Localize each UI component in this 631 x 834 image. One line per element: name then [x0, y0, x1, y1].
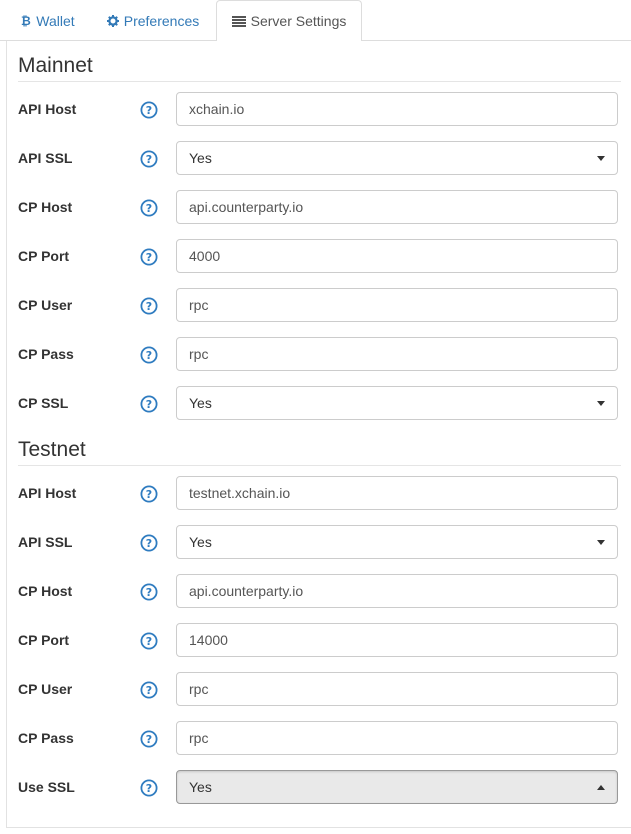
help-icon[interactable]: ?: [140, 346, 158, 364]
tab-wallet[interactable]: ₿ Wallet: [14, 0, 82, 41]
divider: [18, 81, 621, 82]
svg-text:?: ?: [146, 349, 152, 362]
svg-text:?: ?: [146, 733, 152, 746]
select-value: Yes: [189, 150, 212, 166]
mainnet-cp-host-input[interactable]: [176, 190, 618, 224]
help-icon[interactable]: ?: [140, 297, 158, 315]
testnet-cp-pass-input[interactable]: [176, 721, 618, 755]
tab-bar: ₿ Wallet Preferences Server Settings: [0, 0, 631, 42]
tab-wallet-label: Wallet: [36, 12, 75, 29]
divider: [18, 465, 621, 466]
help-icon[interactable]: ?: [140, 248, 158, 266]
field-label: CP Pass: [18, 730, 74, 746]
mainnet-api-host-input[interactable]: [176, 92, 618, 126]
svg-text:?: ?: [146, 202, 152, 215]
help-icon[interactable]: ?: [140, 199, 158, 217]
testnet-api-ssl-select[interactable]: Yes: [176, 525, 618, 559]
caret-up-icon: [597, 784, 605, 790]
svg-text:?: ?: [146, 251, 152, 264]
svg-text:?: ?: [146, 537, 152, 550]
field-label: API Host: [18, 485, 77, 501]
testnet-cp-host-input[interactable]: [176, 574, 618, 608]
field-label: CP Pass: [18, 346, 74, 362]
help-icon[interactable]: ?: [140, 632, 158, 650]
caret-down-icon: [597, 155, 605, 161]
help-icon[interactable]: ?: [140, 730, 158, 748]
svg-text:?: ?: [146, 153, 152, 166]
help-icon[interactable]: ?: [140, 101, 158, 119]
svg-text:₿: ₿: [21, 14, 31, 27]
svg-text:?: ?: [146, 635, 152, 648]
svg-text:?: ?: [146, 586, 152, 599]
field-label: API Host: [18, 101, 77, 117]
server-settings-panel: Mainnet API Host ? API SSL ? Yes CP Host…: [6, 41, 631, 828]
caret-down-icon: [597, 400, 605, 406]
mainnet-cp-port-input[interactable]: [176, 239, 618, 273]
help-icon[interactable]: ?: [140, 485, 158, 503]
select-value: Yes: [189, 779, 212, 795]
testnet-cp-port-input[interactable]: [176, 623, 618, 657]
section-title-mainnet: Mainnet: [18, 54, 93, 77]
svg-text:?: ?: [146, 782, 152, 795]
svg-text:?: ?: [146, 488, 152, 501]
help-icon[interactable]: ?: [140, 779, 158, 797]
tab-preferences[interactable]: Preferences: [98, 0, 208, 41]
help-icon[interactable]: ?: [140, 534, 158, 552]
tab-preferences-label: Preferences: [123, 12, 200, 29]
field-label: API SSL: [18, 150, 73, 166]
svg-text:?: ?: [146, 398, 152, 411]
caret-down-icon: [597, 539, 605, 545]
tab-server-settings-label: Server Settings: [250, 13, 347, 29]
field-label: CP User: [18, 681, 73, 697]
help-icon[interactable]: ?: [140, 681, 158, 699]
tab-server-settings[interactable]: Server Settings: [216, 0, 362, 42]
select-value: Yes: [189, 534, 212, 550]
help-icon[interactable]: ?: [140, 150, 158, 168]
field-label: Use SSL: [18, 779, 75, 795]
field-label: API SSL: [18, 534, 73, 550]
mainnet-cp-pass-input[interactable]: [176, 337, 618, 371]
testnet-cp-user-input[interactable]: [176, 672, 618, 706]
section-title-testnet: Testnet: [18, 438, 86, 461]
field-label: CP User: [18, 297, 73, 313]
field-label: CP Host: [18, 199, 73, 215]
testnet-api-host-input[interactable]: [176, 476, 618, 510]
field-label: CP Port: [18, 632, 70, 648]
testnet-use-ssl-select[interactable]: Yes: [176, 770, 618, 804]
svg-text:?: ?: [146, 104, 152, 117]
mainnet-api-ssl-select[interactable]: Yes: [176, 141, 618, 175]
field-label: CP SSL: [18, 395, 69, 411]
svg-text:?: ?: [146, 684, 152, 697]
svg-text:?: ?: [146, 300, 152, 313]
gear-icon: [106, 14, 119, 27]
help-icon[interactable]: ?: [140, 583, 158, 601]
list-icon: [231, 15, 246, 27]
help-icon[interactable]: ?: [140, 395, 158, 413]
mainnet-cp-ssl-select[interactable]: Yes: [176, 386, 618, 420]
field-label: CP Host: [18, 583, 73, 599]
select-value: Yes: [189, 395, 212, 411]
field-label: CP Port: [18, 248, 70, 264]
bitcoin-icon: ₿: [21, 14, 31, 27]
mainnet-cp-user-input[interactable]: [176, 288, 618, 322]
